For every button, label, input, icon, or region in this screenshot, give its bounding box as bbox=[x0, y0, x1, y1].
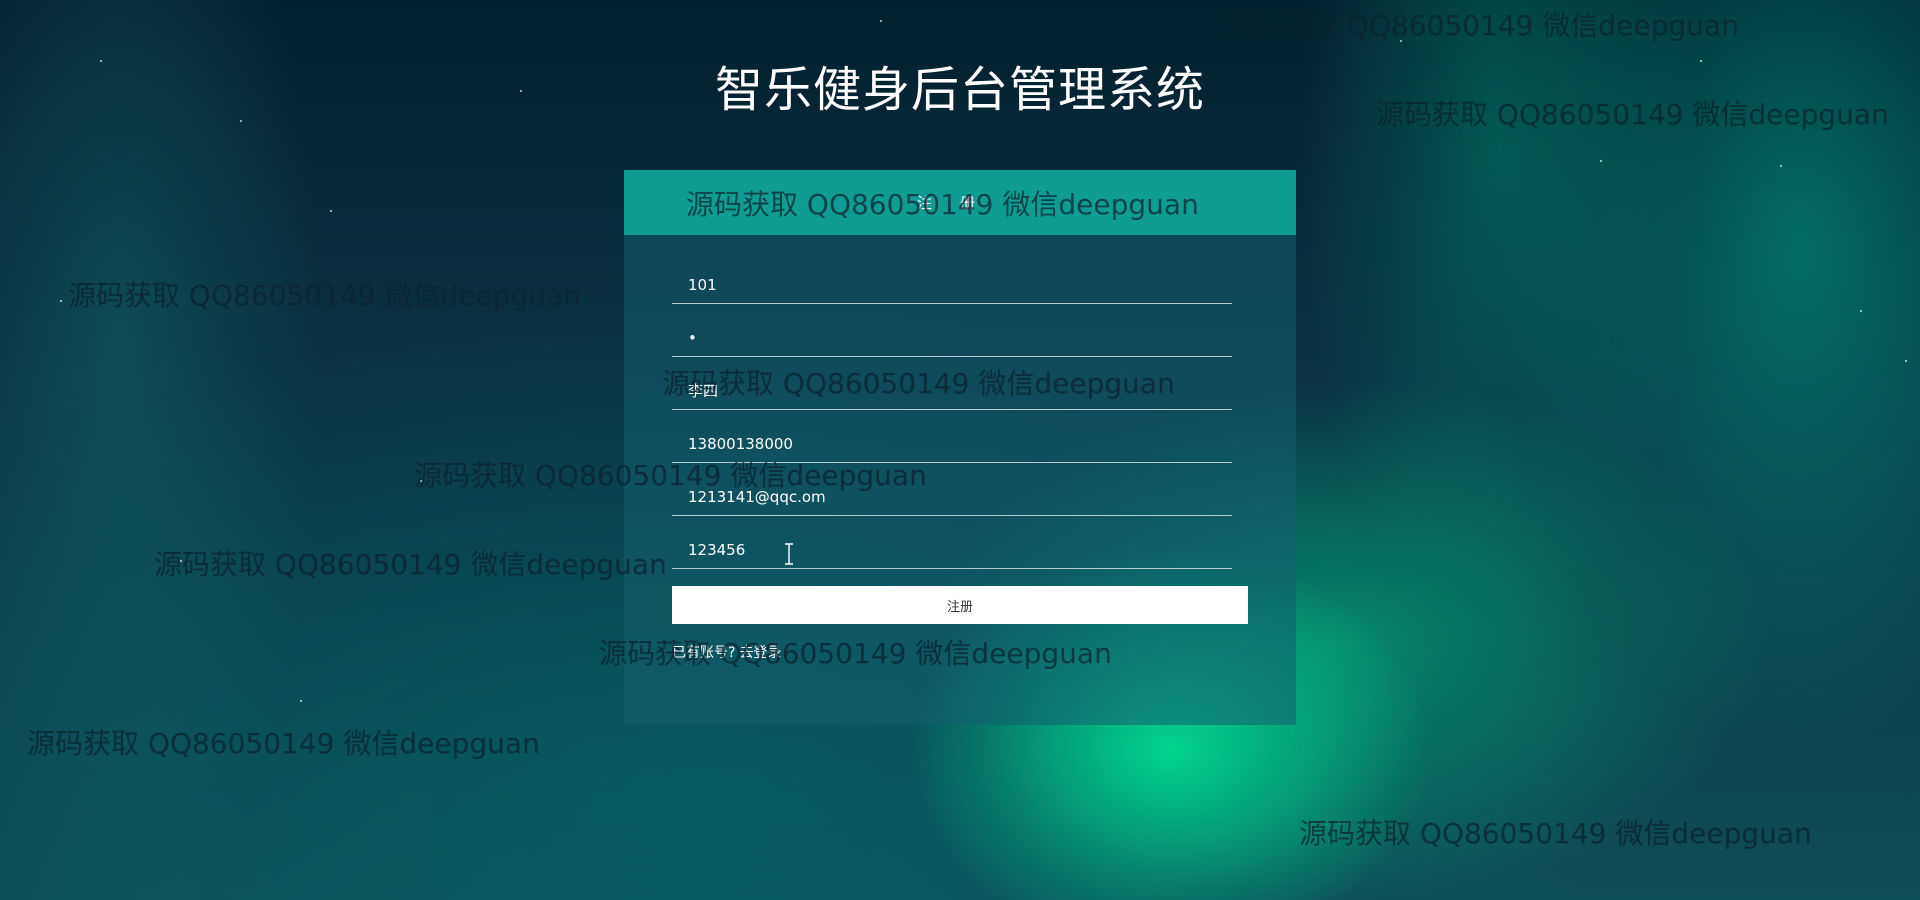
login-link[interactable]: 去登录 bbox=[739, 645, 781, 661]
register-header: 注册 bbox=[624, 170, 1296, 235]
has-account-text: 已有账号? bbox=[672, 645, 736, 661]
login-prompt: 已有账号? 去登录 bbox=[672, 642, 781, 662]
page-title: 智乐健身后台管理系统 bbox=[714, 62, 1205, 118]
email-input[interactable] bbox=[672, 478, 1232, 516]
account-input[interactable] bbox=[672, 266, 1232, 304]
phone-input[interactable] bbox=[672, 425, 1232, 463]
register-card: 注册 注册 已有账号?去登录 bbox=[624, 170, 1296, 725]
name-input[interactable] bbox=[672, 372, 1232, 410]
confirm-input[interactable] bbox=[672, 531, 1232, 569]
password-input[interactable] bbox=[672, 319, 1232, 357]
text-cursor-icon bbox=[785, 543, 793, 565]
register-button[interactable]: 注册 bbox=[672, 586, 1248, 624]
